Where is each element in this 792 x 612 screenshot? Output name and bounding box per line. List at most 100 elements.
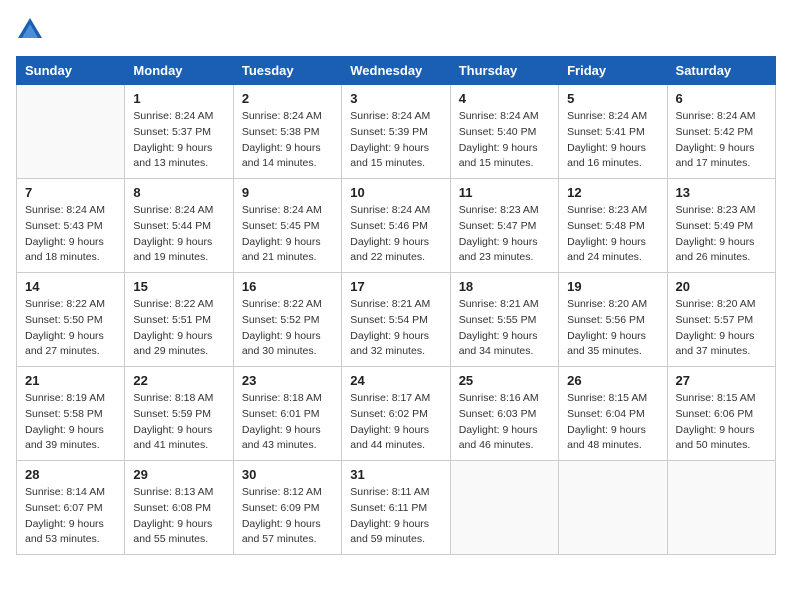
weekday-header-tuesday: Tuesday — [233, 57, 341, 85]
calendar-cell: 14 Sunrise: 8:22 AMSunset: 5:50 PMDayligh… — [17, 273, 125, 367]
day-number: 20 — [676, 279, 767, 294]
calendar-cell: 3 Sunrise: 8:24 AMSunset: 5:39 PMDaylight… — [342, 85, 450, 179]
day-detail: Sunrise: 8:17 AMSunset: 6:02 PMDaylight:… — [350, 391, 441, 454]
day-number: 27 — [676, 373, 767, 388]
calendar-cell: 11 Sunrise: 8:23 AMSunset: 5:47 PMDayligh… — [450, 179, 558, 273]
day-detail: Sunrise: 8:23 AMSunset: 5:47 PMDaylight:… — [459, 203, 550, 266]
day-number: 1 — [133, 91, 224, 106]
day-detail: Sunrise: 8:20 AMSunset: 5:57 PMDaylight:… — [676, 297, 767, 360]
day-number: 12 — [567, 185, 658, 200]
page-header — [16, 16, 776, 44]
day-number: 18 — [459, 279, 550, 294]
day-detail: Sunrise: 8:19 AMSunset: 5:58 PMDaylight:… — [25, 391, 116, 454]
day-number: 26 — [567, 373, 658, 388]
calendar-cell: 19 Sunrise: 8:20 AMSunset: 5:56 PMDayligh… — [559, 273, 667, 367]
calendar-cell — [559, 461, 667, 555]
weekday-header-friday: Friday — [559, 57, 667, 85]
day-number: 5 — [567, 91, 658, 106]
day-number: 21 — [25, 373, 116, 388]
day-number: 3 — [350, 91, 441, 106]
calendar-cell: 1Sunrise: 8:24 AMSunset: 5:37 PMDaylight… — [125, 85, 233, 179]
day-number: 29 — [133, 467, 224, 482]
day-detail: Sunrise: 8:24 AMSunset: 5:45 PMDaylight:… — [242, 203, 333, 266]
calendar-cell — [667, 461, 775, 555]
day-detail: Sunrise: 8:24 AMSunset: 5:39 PMDaylight:… — [350, 109, 441, 172]
day-detail: Sunrise: 8:12 AMSunset: 6:09 PMDaylight:… — [242, 485, 333, 548]
calendar-cell: 23 Sunrise: 8:18 AMSunset: 6:01 PMDayligh… — [233, 367, 341, 461]
calendar-week-3: 14 Sunrise: 8:22 AMSunset: 5:50 PMDayligh… — [17, 273, 776, 367]
day-number: 24 — [350, 373, 441, 388]
day-number: 9 — [242, 185, 333, 200]
calendar-cell: 9 Sunrise: 8:24 AMSunset: 5:45 PMDaylight… — [233, 179, 341, 273]
calendar-cell: 2 Sunrise: 8:24 AMSunset: 5:38 PMDaylight… — [233, 85, 341, 179]
day-number: 4 — [459, 91, 550, 106]
day-detail: Sunrise: 8:13 AMSunset: 6:08 PMDaylight:… — [133, 485, 224, 548]
day-number: 7 — [25, 185, 116, 200]
calendar-week-2: 7 Sunrise: 8:24 AMSunset: 5:43 PMDaylight… — [17, 179, 776, 273]
calendar-cell: 7 Sunrise: 8:24 AMSunset: 5:43 PMDaylight… — [17, 179, 125, 273]
day-detail: Sunrise: 8:21 AMSunset: 5:54 PMDaylight:… — [350, 297, 441, 360]
day-detail: Sunrise: 8:24 AMSunset: 5:38 PMDaylight:… — [242, 109, 333, 172]
day-number: 22 — [133, 373, 224, 388]
calendar-cell: 30 Sunrise: 8:12 AMSunset: 6:09 PMDayligh… — [233, 461, 341, 555]
calendar-cell: 18 Sunrise: 8:21 AMSunset: 5:55 PMDayligh… — [450, 273, 558, 367]
weekday-header-saturday: Saturday — [667, 57, 775, 85]
calendar-week-1: 1Sunrise: 8:24 AMSunset: 5:37 PMDaylight… — [17, 85, 776, 179]
day-detail: Sunrise: 8:22 AMSunset: 5:50 PMDaylight:… — [25, 297, 116, 360]
calendar-cell: 17Sunrise: 8:21 AMSunset: 5:54 PMDayligh… — [342, 273, 450, 367]
calendar-cell: 8 Sunrise: 8:24 AMSunset: 5:44 PMDaylight… — [125, 179, 233, 273]
logo-icon — [16, 16, 44, 44]
day-number: 19 — [567, 279, 658, 294]
calendar-cell: 22Sunrise: 8:18 AMSunset: 5:59 PMDayligh… — [125, 367, 233, 461]
day-detail: Sunrise: 8:11 AMSunset: 6:11 PMDaylight:… — [350, 485, 441, 548]
day-detail: Sunrise: 8:21 AMSunset: 5:55 PMDaylight:… — [459, 297, 550, 360]
calendar-cell: 28 Sunrise: 8:14 AMSunset: 6:07 PMDayligh… — [17, 461, 125, 555]
day-detail: Sunrise: 8:24 AMSunset: 5:46 PMDaylight:… — [350, 203, 441, 266]
calendar-cell: 26Sunrise: 8:15 AMSunset: 6:04 PMDayligh… — [559, 367, 667, 461]
calendar-cell: 6 Sunrise: 8:24 AMSunset: 5:42 PMDaylight… — [667, 85, 775, 179]
calendar-week-5: 28 Sunrise: 8:14 AMSunset: 6:07 PMDayligh… — [17, 461, 776, 555]
day-number: 16 — [242, 279, 333, 294]
calendar-cell: 20 Sunrise: 8:20 AMSunset: 5:57 PMDayligh… — [667, 273, 775, 367]
calendar-cell: 29 Sunrise: 8:13 AMSunset: 6:08 PMDayligh… — [125, 461, 233, 555]
weekday-header-wednesday: Wednesday — [342, 57, 450, 85]
day-detail: Sunrise: 8:14 AMSunset: 6:07 PMDaylight:… — [25, 485, 116, 548]
day-detail: Sunrise: 8:22 AMSunset: 5:52 PMDaylight:… — [242, 297, 333, 360]
day-number: 23 — [242, 373, 333, 388]
day-detail: Sunrise: 8:23 AMSunset: 5:48 PMDaylight:… — [567, 203, 658, 266]
calendar-week-4: 21 Sunrise: 8:19 AMSunset: 5:58 PMDayligh… — [17, 367, 776, 461]
logo — [16, 16, 48, 44]
calendar-cell — [17, 85, 125, 179]
day-detail: Sunrise: 8:23 AMSunset: 5:49 PMDaylight:… — [676, 203, 767, 266]
weekday-header-monday: Monday — [125, 57, 233, 85]
calendar-cell: 4 Sunrise: 8:24 AMSunset: 5:40 PMDaylight… — [450, 85, 558, 179]
day-number: 13 — [676, 185, 767, 200]
calendar-cell: 27Sunrise: 8:15 AMSunset: 6:06 PMDayligh… — [667, 367, 775, 461]
weekday-header-thursday: Thursday — [450, 57, 558, 85]
day-number: 30 — [242, 467, 333, 482]
weekday-header-sunday: Sunday — [17, 57, 125, 85]
calendar-cell: 15 Sunrise: 8:22 AMSunset: 5:51 PMDayligh… — [125, 273, 233, 367]
calendar-cell: 12 Sunrise: 8:23 AMSunset: 5:48 PMDayligh… — [559, 179, 667, 273]
day-detail: Sunrise: 8:18 AMSunset: 6:01 PMDaylight:… — [242, 391, 333, 454]
calendar-cell: 24 Sunrise: 8:17 AMSunset: 6:02 PMDayligh… — [342, 367, 450, 461]
day-number: 14 — [25, 279, 116, 294]
day-detail: Sunrise: 8:20 AMSunset: 5:56 PMDaylight:… — [567, 297, 658, 360]
day-number: 8 — [133, 185, 224, 200]
calendar-cell: 25Sunrise: 8:16 AMSunset: 6:03 PMDayligh… — [450, 367, 558, 461]
day-detail: Sunrise: 8:24 AMSunset: 5:40 PMDaylight:… — [459, 109, 550, 172]
day-number: 11 — [459, 185, 550, 200]
calendar-table: SundayMondayTuesdayWednesdayThursdayFrid… — [16, 56, 776, 555]
day-number: 2 — [242, 91, 333, 106]
day-number: 10 — [350, 185, 441, 200]
day-number: 15 — [133, 279, 224, 294]
day-detail: Sunrise: 8:22 AMSunset: 5:51 PMDaylight:… — [133, 297, 224, 360]
day-detail: Sunrise: 8:24 AMSunset: 5:44 PMDaylight:… — [133, 203, 224, 266]
day-detail: Sunrise: 8:24 AMSunset: 5:43 PMDaylight:… — [25, 203, 116, 266]
day-detail: Sunrise: 8:24 AMSunset: 5:42 PMDaylight:… — [676, 109, 767, 172]
day-number: 28 — [25, 467, 116, 482]
day-detail: Sunrise: 8:24 AMSunset: 5:41 PMDaylight:… — [567, 109, 658, 172]
day-number: 6 — [676, 91, 767, 106]
day-number: 25 — [459, 373, 550, 388]
calendar-cell: 21 Sunrise: 8:19 AMSunset: 5:58 PMDayligh… — [17, 367, 125, 461]
